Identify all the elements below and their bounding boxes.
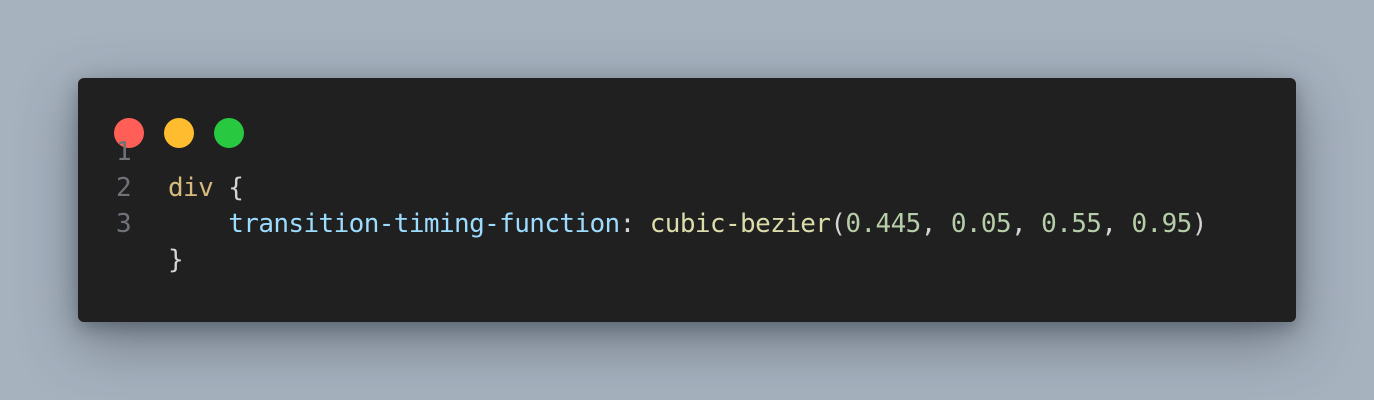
- line-content: }: [168, 242, 184, 278]
- bezier-arg-1: 0.445: [845, 209, 921, 239]
- paren-close: ): [1191, 209, 1208, 239]
- separator: ,: [1101, 209, 1132, 239]
- code-window: 1 div { 2 transition-timing-function: cu…: [78, 78, 1296, 322]
- code-line: 2 transition-timing-function: cubic-bezi…: [78, 134, 1207, 239]
- css-property: transition-timing-function: [228, 209, 620, 239]
- css-selector: div: [168, 173, 214, 203]
- open-brace: {: [213, 173, 244, 203]
- separator: ,: [1011, 209, 1042, 239]
- line-content: transition-timing-function: cubic-bezier…: [168, 206, 1207, 242]
- bezier-arg-2: 0.05: [950, 209, 1012, 239]
- bezier-arg-3: 0.55: [1041, 209, 1102, 239]
- colon: :: [619, 209, 650, 239]
- separator: ,: [920, 209, 951, 239]
- page-background: { "window": { "controls": ["close", "min…: [0, 0, 1374, 400]
- code-line: 3 }: [78, 170, 184, 275]
- close-brace: }: [168, 245, 184, 275]
- maximize-dot-icon[interactable]: [214, 118, 244, 148]
- code-block: 1 div { 2 transition-timing-function: cu…: [78, 98, 1207, 275]
- paren-open: (: [830, 209, 846, 239]
- bezier-arg-4: 0.95: [1131, 209, 1192, 239]
- line-content: div {: [168, 170, 244, 206]
- css-function: cubic-bezier: [649, 209, 831, 239]
- line-number: 3: [116, 209, 132, 239]
- code-line: 1 div {: [78, 98, 244, 203]
